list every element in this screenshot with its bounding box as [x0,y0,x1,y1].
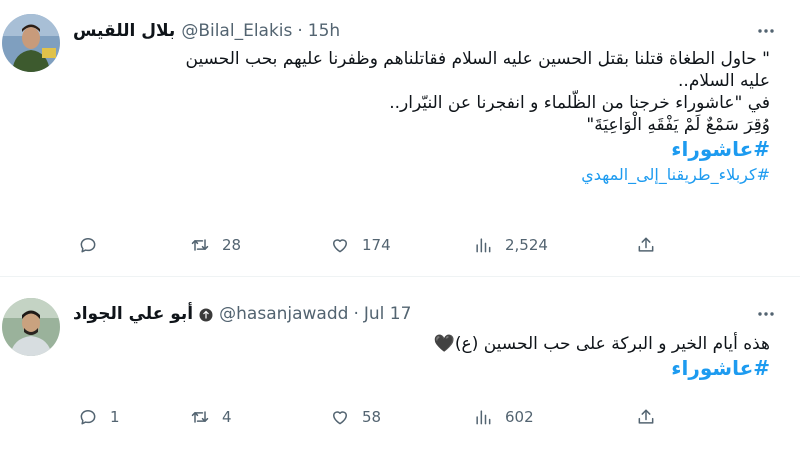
tweet-header: أبو علي الجواد @hasanjawadd · Jul 17 [73,301,411,327]
separator: · [297,21,303,41]
black-heart-icon: 🖤 [433,334,455,354]
retweet-count: 4 [222,408,232,426]
like-icon [333,411,347,425]
avatar[interactable] [2,14,60,72]
share-button[interactable] [636,233,656,257]
tweet-text-line: هذه أيام الخير و البركة على حب الحسين (ع… [80,333,770,355]
timestamp[interactable]: Jul 17 [364,304,412,324]
separator: · [353,304,359,324]
tweet-text: هذه أيام الخير و البركة على حب الحسين (ع… [80,333,770,381]
reply-button[interactable] [78,233,110,257]
share-icon [638,409,654,424]
verified-badge-icon [199,307,213,322]
hashtag-link[interactable]: #كربلاء_طريقنا_إلى_المهدي [80,162,770,188]
views-button[interactable]: 2,524 [473,233,548,257]
views-button[interactable]: 602 [473,405,534,429]
reply-icon [80,410,96,425]
hashtag-link[interactable]: #عاشوراء [80,136,770,162]
more-icon[interactable] [754,302,778,326]
tweet-text-content: هذه أيام الخير و البركة على حب الحسين (ع… [454,334,770,354]
tweet-text: " حاول الطغاة قتلنا بقتل الحسين عليه الس… [80,48,771,188]
tweet-text-line: في "عاشوراء خرجنا من الظّلماء و انفجرنا … [389,93,770,113]
tweet-2[interactable]: أبو علي الجواد @hasanjawadd · Jul 17 هذه… [0,277,800,450]
views-count: 2,524 [505,236,548,254]
views-icon [476,238,491,253]
reply-button[interactable]: 1 [78,405,120,429]
share-button[interactable] [636,405,656,429]
reply-icon [80,238,96,253]
like-icon [333,239,347,253]
handle[interactable]: @hasanjawadd [219,304,348,324]
tweet-1[interactable]: بلال اللقيس @Bilal_Elakis · 15h " حاول ا… [0,0,800,276]
tweet-header: بلال اللقيس @Bilal_Elakis · 15h [73,18,340,44]
retweet-icon [191,411,209,423]
display-name[interactable]: أبو علي الجواد [73,304,193,324]
tweet-text-line: " حاول الطغاة قتلنا بقتل الحسين عليه الس… [185,49,771,69]
action-bar: 28 174 2,524 [78,233,668,257]
like-count: 174 [362,236,391,254]
share-icon [638,237,654,252]
tweet-text-line: وُقِرَ سَمْعٌ لَمْ يَفْقَهِ الْوَاعِيَةَ… [586,115,770,135]
like-count: 58 [362,408,382,426]
retweet-icon [191,239,209,251]
action-bar: 1 4 58 602 [78,405,668,429]
tweet-text-line: عليه السلام.. [678,71,770,91]
timestamp[interactable]: 15h [308,21,340,41]
reply-count: 1 [110,408,120,426]
like-button[interactable]: 58 [330,405,381,429]
retweet-button[interactable]: 4 [190,405,232,429]
retweet-button[interactable]: 28 [190,233,241,257]
views-icon [476,410,491,425]
like-button[interactable]: 174 [330,233,391,257]
more-icon[interactable] [754,19,778,43]
hashtag-link[interactable]: #عاشوراء [80,355,770,381]
avatar[interactable] [2,298,60,356]
display-name[interactable]: بلال اللقيس [73,21,175,41]
views-count: 602 [505,408,534,426]
retweet-count: 28 [222,236,242,254]
handle[interactable]: @Bilal_Elakis [181,21,292,41]
